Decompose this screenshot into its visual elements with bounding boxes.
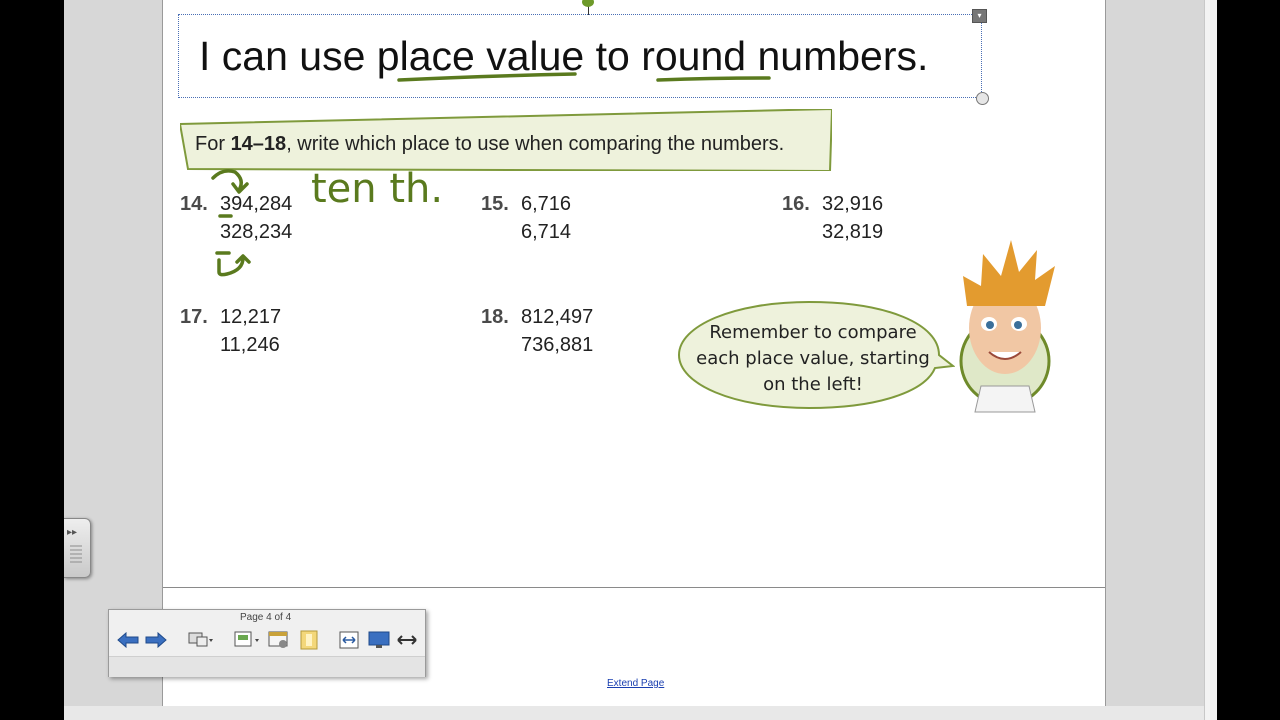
rotate-handle[interactable] bbox=[582, 0, 594, 7]
full-screen-button[interactable] bbox=[365, 626, 393, 654]
insert-menu-button[interactable] bbox=[233, 626, 261, 654]
speech-bubble-text: Remember to compare each place value, st… bbox=[696, 322, 930, 395]
workspace-right-margin bbox=[1104, 0, 1204, 720]
note-icon bbox=[300, 630, 318, 650]
notes-button[interactable] bbox=[295, 626, 323, 654]
fit-width-icon bbox=[339, 631, 359, 649]
instructions-suffix: , write which place to use when comparin… bbox=[286, 133, 785, 155]
ink-answer-14: ten th. bbox=[311, 166, 443, 212]
problem-number: 18. bbox=[481, 306, 509, 328]
speech-bubble: Remember to compare each place value, st… bbox=[677, 300, 956, 410]
objective-statement: I can use place value to round numbers. bbox=[199, 33, 928, 80]
objective-mid: to bbox=[584, 33, 642, 79]
problem-number: 16. bbox=[782, 193, 810, 215]
resize-handle[interactable] bbox=[976, 92, 989, 105]
problem-value-first: 12,217 bbox=[220, 306, 282, 328]
monitor-icon bbox=[368, 631, 390, 648]
cartoon-boy-illustration bbox=[959, 240, 1055, 413]
vertical-scrollbar[interactable] bbox=[1204, 0, 1217, 720]
floating-toolbar: Page 4 of 4 bbox=[108, 609, 426, 677]
next-page-button[interactable] bbox=[142, 626, 170, 654]
whiteboard-page[interactable]: ▾ I can use place value to round numbers… bbox=[162, 0, 1106, 706]
objective-term-round: round bbox=[641, 33, 747, 79]
objective-term-place-value: place value bbox=[376, 33, 585, 79]
drag-grip-icon bbox=[70, 545, 82, 563]
toolbar-lower-panel bbox=[109, 656, 425, 677]
screens-icon bbox=[188, 632, 213, 647]
problem-value-first: 812,497 bbox=[521, 306, 594, 328]
ink-arrow-top bbox=[211, 169, 249, 194]
problem-value-first: 32,916 bbox=[822, 193, 884, 215]
extend-page-link[interactable]: Extend Page bbox=[607, 678, 664, 689]
problem-number: 15. bbox=[481, 193, 509, 215]
expand-arrows-icon: ▸▸ bbox=[67, 527, 78, 538]
ink-arrow-bottom bbox=[217, 254, 251, 277]
problem-number: 14. bbox=[180, 193, 208, 215]
instructions-text: For 14–18, write which place to use when… bbox=[195, 133, 784, 156]
problem-value-first: 6,716 bbox=[521, 193, 572, 215]
sidebar-collapse-tab[interactable]: ▸▸ bbox=[64, 518, 91, 578]
double-arrow-icon bbox=[397, 635, 417, 645]
fit-width-button[interactable] bbox=[335, 626, 363, 654]
problem-value-second: 328,234 bbox=[220, 221, 293, 243]
toolbar-move-button[interactable] bbox=[393, 626, 421, 654]
problem-number: 17. bbox=[180, 306, 208, 328]
previous-page-button[interactable] bbox=[114, 626, 142, 654]
instructions-prefix: For bbox=[195, 133, 231, 155]
screen-capture-icon bbox=[268, 631, 288, 648]
object-menu-button[interactable]: ▾ bbox=[972, 9, 987, 23]
screen-shade-button[interactable] bbox=[265, 626, 293, 654]
objective-prefix: I can use bbox=[199, 33, 377, 79]
problem-value-second: 6,714 bbox=[521, 221, 572, 243]
arrow-left-icon bbox=[117, 632, 139, 648]
objective-text-box[interactable]: ▾ I can use place value to round numbers… bbox=[178, 0, 989, 105]
page-bottom-border bbox=[163, 587, 1105, 588]
problem-value-second: 736,881 bbox=[521, 334, 594, 356]
objective-suffix: numbers. bbox=[746, 33, 929, 79]
display-menu-button[interactable] bbox=[187, 626, 215, 654]
workspace-bottom bbox=[64, 706, 1204, 720]
toolbar-buttons bbox=[109, 626, 425, 658]
instructions-range: 14–18 bbox=[230, 133, 287, 155]
page-indicator: Page 4 of 4 bbox=[240, 612, 292, 623]
problem-value-second: 11,246 bbox=[220, 334, 280, 356]
arrow-right-icon bbox=[145, 632, 167, 648]
problem-value-second: 32,819 bbox=[822, 221, 884, 243]
instructions-banner: For 14–18, write which place to use when… bbox=[180, 109, 832, 171]
insert-page-icon bbox=[234, 631, 259, 647]
problem-value-first: 394,284 bbox=[220, 193, 293, 215]
